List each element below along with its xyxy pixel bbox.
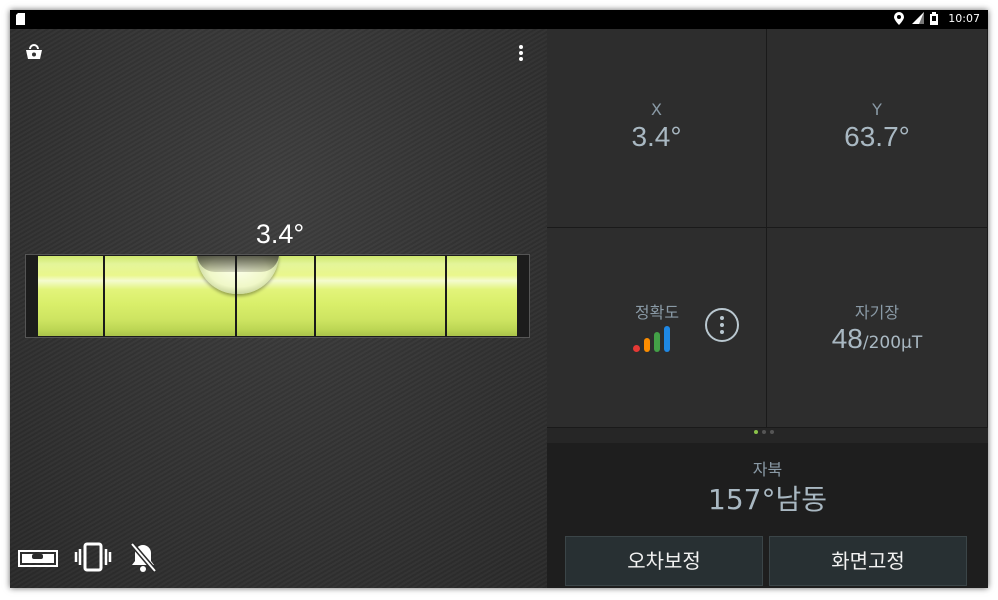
shop-icon[interactable]: [24, 42, 44, 62]
x-axis-value: 3.4°: [631, 121, 682, 152]
level-panel: 3.4°: [10, 29, 547, 588]
compass-label: 자북: [752, 460, 783, 479]
sd-card-icon: [16, 13, 25, 28]
accuracy-bar: [654, 332, 660, 352]
accuracy-bar: [664, 326, 670, 352]
battery-icon: [930, 12, 942, 25]
location-icon: [894, 12, 906, 25]
x-axis-cell: X 3.4°: [547, 29, 767, 228]
magnetic-field-unit: /200μT: [862, 333, 923, 353]
level-vial: [38, 256, 517, 336]
y-axis-value: 63.7°: [844, 121, 910, 152]
accuracy-indicator: [633, 324, 670, 356]
page-dot[interactable]: [762, 430, 766, 434]
level-mode-icon[interactable]: [18, 541, 58, 573]
compass-section: 자북 157°남동 오차보정 화면고정: [547, 443, 988, 588]
vibrate-icon[interactable]: [74, 541, 112, 573]
more-vert-icon: [720, 316, 724, 334]
overflow-menu-icon[interactable]: [516, 43, 526, 63]
magnetic-field-label: 자기장: [854, 303, 900, 322]
accuracy-bar: [633, 345, 640, 352]
page-indicator: [754, 430, 774, 434]
level-tick-center: [235, 256, 237, 336]
compass-heading: 157°남동: [708, 483, 827, 516]
level-tick: [314, 256, 316, 336]
magnetic-field-value: 48: [831, 323, 863, 354]
page-dot[interactable]: [754, 430, 758, 434]
magnetic-field-cell: 자기장 48/200μT: [767, 228, 988, 428]
bubble-level: [25, 254, 530, 338]
calibrate-button[interactable]: 오차보정: [565, 536, 763, 586]
x-axis-label: X: [651, 100, 662, 119]
sensor-panel: X 3.4° Y 63.7° 정확도 자기장 48/200μT 자북 157°남…: [547, 29, 988, 588]
device-screen: 10:07 3.4° X 3.4° Y 63.7° 정확도 자기장 48/200…: [10, 10, 988, 588]
accuracy-label: 정확도: [634, 303, 680, 322]
bottom-toolbar: [18, 541, 158, 573]
status-time: 10:07: [948, 12, 980, 25]
level-angle-readout: 3.4°: [255, 219, 305, 249]
status-bar: 10:07: [10, 10, 988, 29]
sound-off-icon[interactable]: [128, 541, 158, 573]
page-dot[interactable]: [770, 430, 774, 434]
accuracy-info-button[interactable]: [705, 308, 739, 342]
accuracy-bar: [644, 338, 650, 352]
accuracy-cell: 정확도: [547, 228, 767, 428]
level-tick: [103, 256, 105, 336]
signal-icon: [912, 12, 925, 25]
lock-screen-button[interactable]: 화면고정: [769, 536, 967, 586]
level-bubble-shadow: [197, 256, 279, 272]
y-axis-cell: Y 63.7°: [767, 29, 988, 228]
y-axis-label: Y: [872, 100, 882, 119]
level-tick: [445, 256, 447, 336]
